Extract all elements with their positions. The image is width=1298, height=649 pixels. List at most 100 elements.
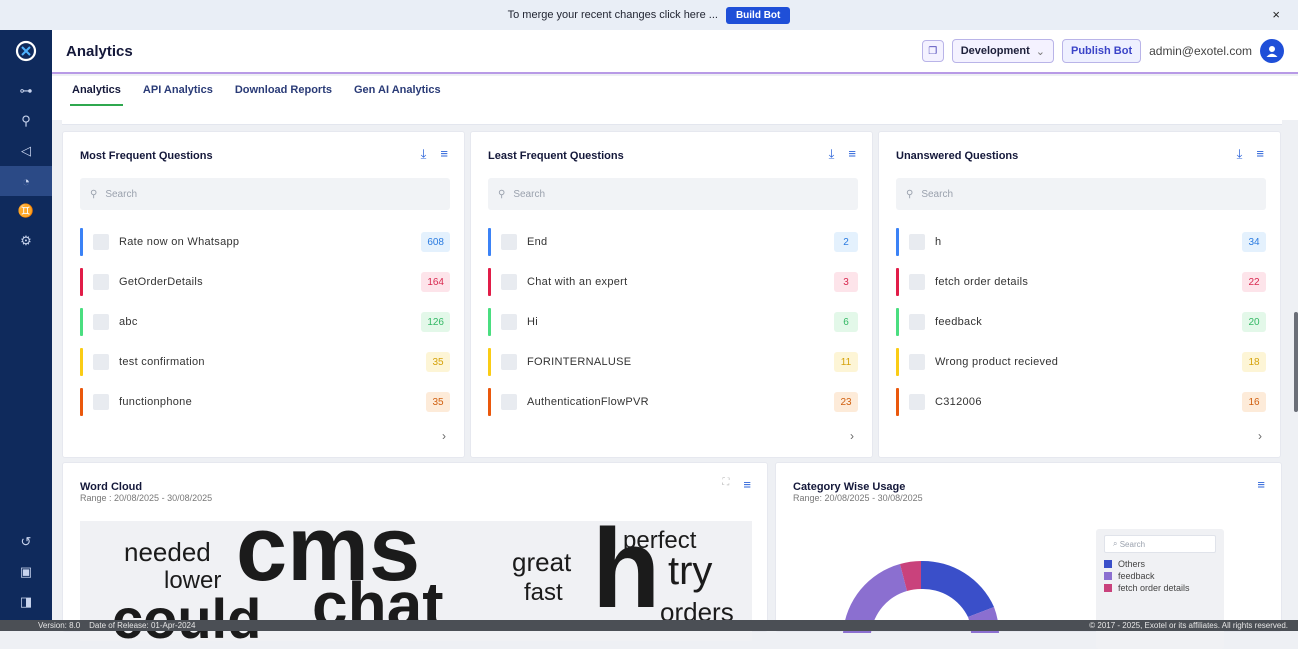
question-label: Chat with an expert: [527, 276, 628, 288]
word: fast: [524, 579, 563, 606]
row-checkbox[interactable]: [93, 234, 109, 250]
question-label: FORINTERNALUSE: [527, 356, 632, 368]
row-checkbox[interactable]: [909, 354, 925, 370]
search-input[interactable]: ⚲ Search: [80, 178, 450, 210]
legend-item[interactable]: Others: [1104, 559, 1216, 569]
question-row[interactable]: C312006 16: [896, 388, 1266, 416]
row-checkbox[interactable]: [909, 234, 925, 250]
question-label: test confirmation: [119, 356, 205, 368]
search-input[interactable]: ⚲ Search: [896, 178, 1266, 210]
row-checkbox[interactable]: [93, 354, 109, 370]
environment-select[interactable]: Development ⌄: [951, 39, 1054, 63]
download-icon[interactable]: ⤓: [421, 146, 427, 162]
row-checkbox[interactable]: [501, 314, 517, 330]
legend-search-placeholder: Search: [1119, 539, 1146, 549]
row-checkbox[interactable]: [909, 394, 925, 410]
settings-icon[interactable]: ⚙: [0, 226, 52, 256]
analytics-icon[interactable]: ◔: [0, 166, 52, 196]
row-checkbox[interactable]: [909, 274, 925, 290]
collapse-sidebar-icon[interactable]: ◨: [0, 587, 52, 617]
question-row[interactable]: test confirmation 35: [80, 348, 450, 376]
download-icon[interactable]: ⤓: [1237, 146, 1243, 162]
question-row[interactable]: h 34: [896, 228, 1266, 256]
tab-download-reports[interactable]: Download Reports: [233, 76, 334, 106]
word: needed: [124, 537, 211, 567]
scrollbar[interactable]: [1294, 312, 1298, 412]
legend-item[interactable]: feedback: [1104, 571, 1216, 581]
question-row[interactable]: AuthenticationFlowPVR 23: [488, 388, 858, 416]
filter-icon[interactable]: ≡: [743, 477, 751, 492]
chevron-right-icon[interactable]: ›: [850, 429, 854, 443]
word: great: [512, 547, 572, 577]
question-row[interactable]: GetOrderDetails 164: [80, 268, 450, 296]
category-usage-range: Range: 20/08/2025 - 30/08/2025: [793, 493, 923, 503]
question-label: GetOrderDetails: [119, 276, 203, 288]
user-email: admin@exotel.com: [1149, 44, 1252, 58]
row-color-bar: [896, 348, 899, 376]
row-checkbox[interactable]: [501, 354, 517, 370]
question-row[interactable]: Wrong product recieved 18: [896, 348, 1266, 376]
question-row[interactable]: Chat with an expert 3: [488, 268, 858, 296]
chevron-right-icon[interactable]: ›: [442, 429, 446, 443]
row-checkbox[interactable]: [501, 274, 517, 290]
row-checkbox[interactable]: [93, 274, 109, 290]
row-color-bar: [488, 348, 491, 376]
question-row[interactable]: functionphone 35: [80, 388, 450, 416]
history-icon[interactable]: ↺: [0, 527, 52, 557]
tab-gen-ai-analytics[interactable]: Gen AI Analytics: [352, 76, 443, 106]
legend-label: feedback: [1118, 571, 1155, 581]
users-icon[interactable]: ♊: [0, 196, 52, 226]
card-title: Unanswered Questions: [896, 150, 1019, 162]
search-input[interactable]: ⚲ Search: [488, 178, 858, 210]
close-icon[interactable]: ×: [1272, 7, 1280, 22]
question-label: Wrong product recieved: [935, 356, 1059, 368]
row-checkbox[interactable]: [501, 234, 517, 250]
category-usage-card: Category Wise Usage Range: 20/08/2025 - …: [775, 462, 1282, 649]
copy-icon[interactable]: ❐: [921, 40, 944, 62]
question-label: feedback: [935, 316, 983, 328]
row-checkbox[interactable]: [93, 314, 109, 330]
filter-icon[interactable]: ≡: [440, 146, 448, 162]
question-label: h: [935, 236, 942, 248]
question-row[interactable]: feedback 20: [896, 308, 1266, 336]
avatar[interactable]: [1260, 39, 1284, 63]
card-title: Least Frequent Questions: [488, 150, 624, 162]
question-row[interactable]: End 2: [488, 228, 858, 256]
row-color-bar: [488, 268, 491, 296]
question-row[interactable]: fetch order details 22: [896, 268, 1266, 296]
question-count: 6: [834, 312, 858, 332]
question-count: 3: [834, 272, 858, 292]
banner-message: To merge your recent changes click here …: [507, 9, 718, 21]
legend-search-input[interactable]: ⌕ Search: [1104, 535, 1216, 553]
question-row[interactable]: Rate now on Whatsapp 608: [80, 228, 450, 256]
row-color-bar: [80, 348, 83, 376]
row-checkbox[interactable]: [501, 394, 517, 410]
tab-analytics[interactable]: Analytics: [70, 76, 123, 106]
footer: Version: 8.0 Date of Release: 01-Apr-202…: [0, 620, 1298, 631]
build-bot-button[interactable]: Build Bot: [725, 6, 791, 24]
flow-icon[interactable]: ⊶: [0, 76, 52, 106]
chevron-right-icon[interactable]: ›: [1258, 429, 1262, 443]
filter-icon[interactable]: ≡: [1257, 477, 1265, 492]
question-count: 126: [421, 312, 450, 332]
question-row[interactable]: Hi 6: [488, 308, 858, 336]
publish-bot-button[interactable]: Publish Bot: [1062, 39, 1142, 63]
integrations-icon[interactable]: ⚲: [0, 106, 52, 136]
question-count: 22: [1242, 272, 1266, 292]
question-count: 35: [426, 392, 450, 412]
row-color-bar: [80, 228, 83, 256]
question-row[interactable]: abc 126: [80, 308, 450, 336]
docs-icon[interactable]: ▣: [0, 557, 52, 587]
expand-icon[interactable]: ⛶: [722, 477, 729, 492]
download-icon[interactable]: ⤓: [829, 146, 835, 162]
tab-api-analytics[interactable]: API Analytics: [141, 76, 215, 106]
row-checkbox[interactable]: [909, 314, 925, 330]
filter-icon[interactable]: ≡: [848, 146, 856, 162]
broadcast-icon[interactable]: ◁: [0, 136, 52, 166]
legend-item[interactable]: fetch order details: [1104, 583, 1216, 593]
question-row[interactable]: FORINTERNALUSE 11: [488, 348, 858, 376]
slice-others[interactable]: [921, 560, 994, 617]
row-checkbox[interactable]: [93, 394, 109, 410]
filter-icon[interactable]: ≡: [1256, 146, 1264, 162]
logo-icon[interactable]: [0, 30, 52, 72]
